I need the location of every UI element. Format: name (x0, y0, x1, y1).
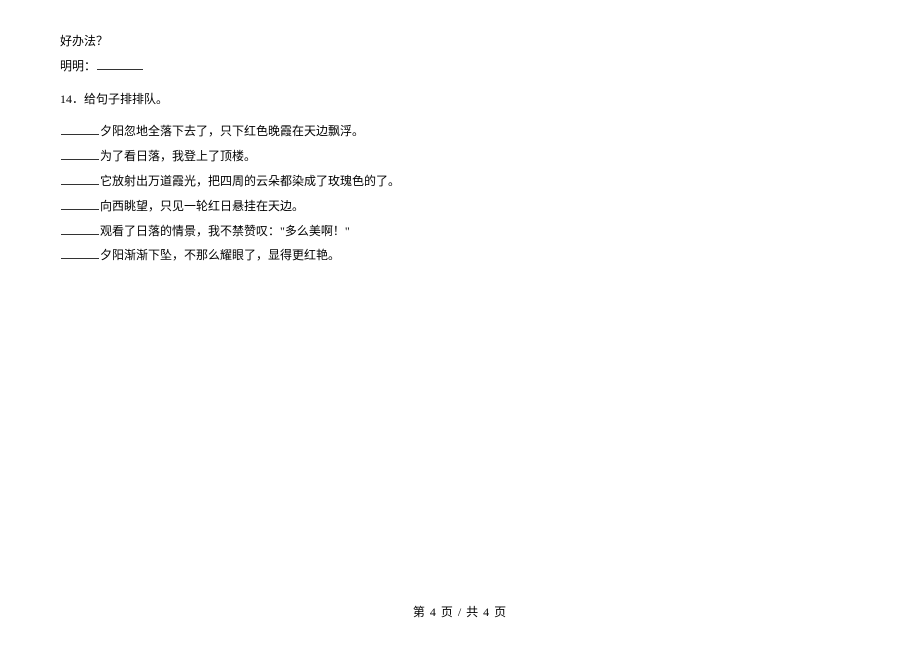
order-item: 为了看日落，我登上了顶楼。 (60, 145, 920, 168)
order-item: 向西眺望，只见一轮红日悬挂在天边。 (60, 195, 920, 218)
order-blank[interactable] (61, 122, 99, 135)
answer-blank[interactable] (97, 57, 143, 70)
order-blank[interactable] (61, 172, 99, 185)
order-blank[interactable] (61, 147, 99, 160)
intro-prefix: 明明： (60, 59, 96, 73)
page-footer: 第 4 页 / 共 4 页 (0, 601, 920, 624)
intro-line-2: 明明： (60, 55, 920, 78)
order-item: 观看了日落的情景，我不禁赞叹："多么美啊！" (60, 220, 920, 243)
intro-line-1: 好办法？ (60, 30, 920, 53)
question-14-header: 14．给句子排排队。 (60, 88, 920, 111)
sentence-text: 夕阳忽地全落下去了，只下红色晚霞在天边飘浮。 (100, 124, 364, 138)
sentence-text: 向西眺望，只见一轮红日悬挂在天边。 (100, 199, 304, 213)
sentence-text: 为了看日落，我登上了顶楼。 (100, 149, 256, 163)
order-item: 夕阳忽地全落下去了，只下红色晚霞在天边飘浮。 (60, 120, 920, 143)
order-blank[interactable] (61, 246, 99, 259)
question-prompt: 给句子排排队。 (84, 92, 168, 106)
order-item: 它放射出万道霞光，把四周的云朵都染成了玫瑰色的了。 (60, 170, 920, 193)
sentence-text: 观看了日落的情景，我不禁赞叹："多么美啊！" (100, 224, 350, 238)
order-item: 夕阳渐渐下坠，不那么耀眼了，显得更红艳。 (60, 244, 920, 267)
sentence-text: 夕阳渐渐下坠，不那么耀眼了，显得更红艳。 (100, 248, 340, 262)
question-number: 14． (60, 92, 84, 106)
order-blank[interactable] (61, 197, 99, 210)
order-blank[interactable] (61, 222, 99, 235)
sentence-text: 它放射出万道霞光，把四周的云朵都染成了玫瑰色的了。 (100, 174, 400, 188)
